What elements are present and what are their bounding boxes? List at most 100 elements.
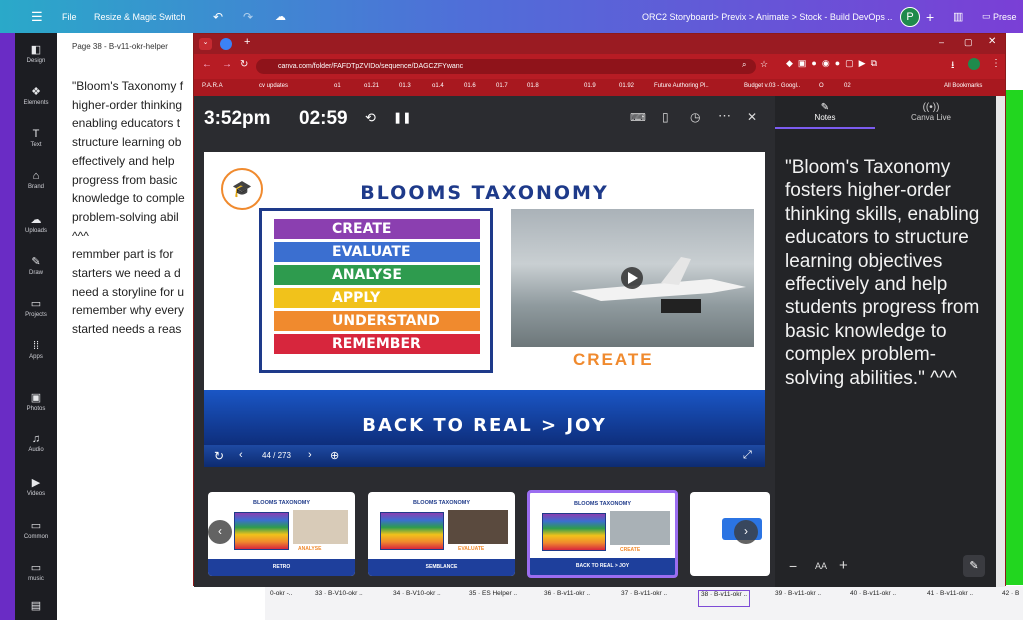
speaker-notes[interactable]: "Bloom's Taxonomy fosters higher-order t… (785, 156, 995, 390)
resize-button[interactable]: Resize & Magic Switch (94, 0, 186, 33)
keyboard-icon[interactable]: ⌨ (630, 111, 646, 124)
profile-icon[interactable] (968, 58, 980, 70)
bookmark[interactable]: o1.21 (364, 83, 379, 89)
bookmark[interactable]: o1 (334, 83, 341, 89)
browser-menu-icon[interactable]: ⋮ (991, 58, 1001, 69)
rail-music[interactable]: ▭ music (15, 561, 57, 582)
bookmark-folder[interactable]: All Bookmarks (944, 83, 982, 89)
add-icon[interactable]: + (926, 0, 934, 33)
bookmark[interactable]: O (819, 83, 824, 89)
zoom-in-icon[interactable]: ⊕ (330, 449, 339, 462)
undo-icon[interactable]: ↶ (213, 0, 223, 33)
redo-icon[interactable]: ↷ (243, 0, 253, 33)
new-tab-icon[interactable]: + (244, 36, 250, 48)
thumbnail-active[interactable]: BLOOMS TAXONOMY CREATE BACK TO REAL > JO… (527, 490, 678, 578)
download-icon[interactable]: ⭳ (951, 58, 955, 75)
maximize-icon[interactable]: ▢ (964, 37, 973, 48)
thumbnails-next-icon[interactable]: › (734, 520, 758, 544)
rail-common[interactable]: ▭ Common (15, 519, 57, 540)
bookmark[interactable]: 02 (844, 83, 851, 89)
cloud-icon[interactable]: ☁ (275, 0, 286, 33)
next-icon[interactable]: › (308, 449, 312, 461)
rail-extra[interactable]: ▤ (15, 599, 57, 614)
scrollbar[interactable] (996, 96, 1005, 587)
remote-icon[interactable]: ▯ (662, 110, 669, 124)
edit-notes-icon[interactable]: ✎ (963, 555, 985, 577)
thumbnail-photo (293, 510, 348, 544)
rail-uploads[interactable]: ☁ Uploads (15, 213, 57, 234)
tab-search-icon[interactable]: ⌄ (199, 38, 212, 50)
rail-design[interactable]: ◧ Design (15, 43, 57, 64)
restart-icon[interactable]: ↻ (214, 449, 224, 463)
tab-canva-live[interactable]: ((•)) Canva Live (875, 96, 987, 129)
page-strip-item[interactable]: 34 · B-V10-okr .. (393, 590, 441, 607)
close-presenter-icon[interactable]: ✕ (747, 110, 757, 124)
breadcrumb[interactable]: ORC2 Storyboard> Previx > Animate > Stoc… (642, 0, 892, 33)
doc-line: "Bloom's Taxonomy f (72, 79, 184, 93)
extension-icons[interactable]: ◆▣●◉●▢▶⧉ (786, 58, 882, 69)
page-strip-item[interactable]: 35 · ES Helper .. (469, 590, 517, 607)
bookmark[interactable]: 01.3 (399, 83, 411, 89)
page-strip-item[interactable]: 42 · B (1002, 590, 1019, 607)
stopwatch-icon[interactable]: ◷ (690, 110, 700, 124)
increase-font-icon[interactable]: + (839, 557, 848, 574)
more-icon[interactable]: ⋯ (718, 108, 731, 124)
bookmark[interactable]: 01.9 (584, 83, 596, 89)
url-field[interactable]: canva.com/folder/FAFDTpZVIDo/sequence/DA… (256, 59, 756, 74)
bookmark[interactable]: cv updates (259, 83, 288, 89)
bookmark[interactable]: P.A.R.A (202, 83, 223, 89)
page-strip-item[interactable]: 40 · B-v11-okr .. (850, 590, 896, 607)
bookmark[interactable]: Budget v.03 - Googl.. (744, 83, 800, 89)
rail-projects[interactable]: ▭ Projects (15, 297, 57, 318)
thumbnail-word: ANALYSE (298, 546, 322, 552)
decrease-font-icon[interactable]: − (789, 558, 797, 574)
page-strip-item[interactable]: 37 · B-v11-okr .. (621, 590, 667, 607)
thumbnail-stairs (380, 512, 444, 550)
bookmark[interactable]: Future Authoring Pl.. (654, 83, 709, 89)
back-icon[interactable]: ← (202, 59, 212, 70)
star-icon[interactable]: ☆ (760, 59, 768, 70)
rail-videos[interactable]: ▶ Videos (15, 476, 57, 497)
fullscreen-icon[interactable]: ⤢ (743, 449, 752, 462)
tab-favicon[interactable] (220, 38, 232, 50)
bookmark[interactable]: 01.92 (619, 83, 634, 89)
file-menu[interactable]: File (62, 0, 77, 33)
page-strip-item[interactable]: 36 · B-v11-okr .. (544, 590, 590, 607)
page-strip-item[interactable]: 39 · B-v11-okr .. (775, 590, 821, 607)
pause-icon[interactable]: ❚❚ (393, 111, 411, 124)
close-window-icon[interactable]: ✕ (988, 36, 996, 47)
prev-icon[interactable]: ‹ (239, 449, 243, 461)
thumbnail[interactable]: BLOOMS TAXONOMY ANALYSE RETRO ‹ (208, 492, 355, 576)
zoom-icon[interactable]: ⌕ (742, 60, 746, 70)
page-strip-item[interactable]: 0-okr -.. (270, 590, 292, 607)
doc-text[interactable]: "Bloom's Taxonomy f higher-order thinkin… (72, 77, 200, 339)
bookmark[interactable]: 01.7 (496, 83, 508, 89)
timer-reset-icon[interactable]: ⟲ (365, 110, 376, 126)
bookmark[interactable]: o1.4 (432, 83, 444, 89)
thumbnails-prev-icon[interactable]: ‹ (208, 520, 232, 544)
page-strip-item-active[interactable]: 38 · B-v11-okr .. (698, 590, 751, 607)
rail-apps[interactable]: ⁞⁞ Apps (15, 340, 57, 360)
page-strip-item[interactable]: 41 · B-v11-okr .. (927, 590, 973, 607)
rail-audio[interactable]: ♫ Audio (15, 433, 57, 453)
menu-icon[interactable]: ☰ (31, 0, 43, 33)
minimize-icon[interactable]: – (939, 37, 944, 47)
rail-draw[interactable]: ✎ Draw (15, 255, 57, 276)
present-button[interactable]: ▭ Prese (982, 0, 1017, 33)
avatar[interactable]: P (900, 6, 920, 27)
thumbnail[interactable]: › (690, 492, 770, 576)
reload-icon[interactable]: ↻ (240, 59, 248, 70)
bookmark[interactable]: 01.8 (527, 83, 539, 89)
rail-text[interactable]: T Text (15, 128, 57, 148)
chart-icon[interactable]: ▥ (953, 0, 963, 33)
rail-elements[interactable]: ❖ Elements (15, 85, 57, 106)
rail-brand[interactable]: ⌂ Brand (15, 170, 57, 190)
bookmark[interactable]: 01.6 (464, 83, 476, 89)
page-strip-item[interactable]: 33 · B-V10-okr .. (315, 590, 363, 607)
doc-line: remmber part is for (72, 247, 174, 262)
tab-notes[interactable]: ✎ Notes (775, 96, 875, 129)
font-size-icon[interactable]: AA (815, 561, 827, 571)
forward-icon[interactable]: → (222, 59, 232, 70)
thumbnail[interactable]: BLOOMS TAXONOMY EVALUATE SEMBLANCE (368, 492, 515, 576)
rail-photos[interactable]: ▣ Photos (15, 391, 57, 412)
